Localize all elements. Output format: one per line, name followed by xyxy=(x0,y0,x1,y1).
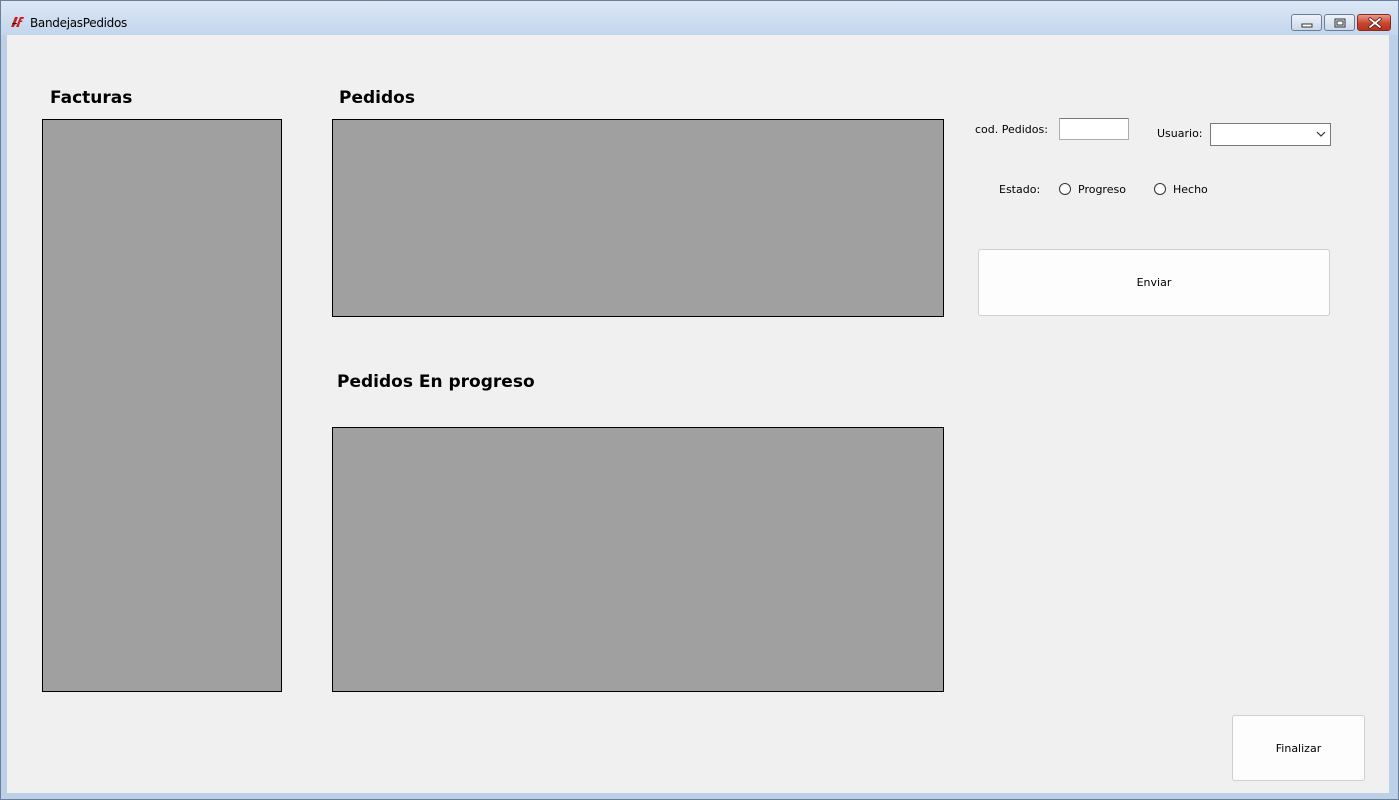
finalizar-button[interactable]: Finalizar xyxy=(1232,715,1365,781)
progreso-radio-label[interactable]: Progreso xyxy=(1078,183,1126,196)
usuario-dropdown[interactable] xyxy=(1210,123,1331,146)
restore-icon xyxy=(1334,18,1346,28)
cod-pedidos-label: cod. Pedidos: xyxy=(975,123,1048,136)
window-title: BandejasPedidos xyxy=(30,16,127,30)
form-client-area: Facturas Pedidos Pedidos En progreso cod… xyxy=(7,35,1389,793)
usuario-label: Usuario: xyxy=(1157,127,1203,140)
pedidos-en-progreso-heading: Pedidos En progreso xyxy=(337,372,535,392)
minimize-button[interactable] xyxy=(1291,14,1322,31)
cod-pedidos-input[interactable] xyxy=(1059,118,1129,140)
app-logo-icon xyxy=(11,17,24,27)
chevron-down-icon xyxy=(1316,131,1326,137)
hecho-radio-label[interactable]: Hecho xyxy=(1173,183,1208,196)
app-window: BandejasPedidos Facturas Pedidos Pedidos… xyxy=(0,0,1399,800)
facturas-heading: Facturas xyxy=(50,88,133,108)
enviar-button[interactable]: Enviar xyxy=(978,249,1330,316)
hecho-radio[interactable] xyxy=(1154,183,1166,195)
progreso-radio[interactable] xyxy=(1059,183,1071,195)
pedidos-heading: Pedidos xyxy=(339,88,415,108)
pedidos-grid[interactable] xyxy=(332,119,944,317)
restore-button[interactable] xyxy=(1324,14,1355,31)
estado-label: Estado: xyxy=(999,183,1041,196)
title-bar[interactable]: BandejasPedidos xyxy=(1,1,1398,35)
facturas-grid[interactable] xyxy=(42,119,282,692)
pedidos-en-progreso-grid[interactable] xyxy=(332,427,944,692)
minimize-icon xyxy=(1301,23,1313,28)
close-icon xyxy=(1368,17,1382,29)
close-button[interactable] xyxy=(1357,14,1391,31)
